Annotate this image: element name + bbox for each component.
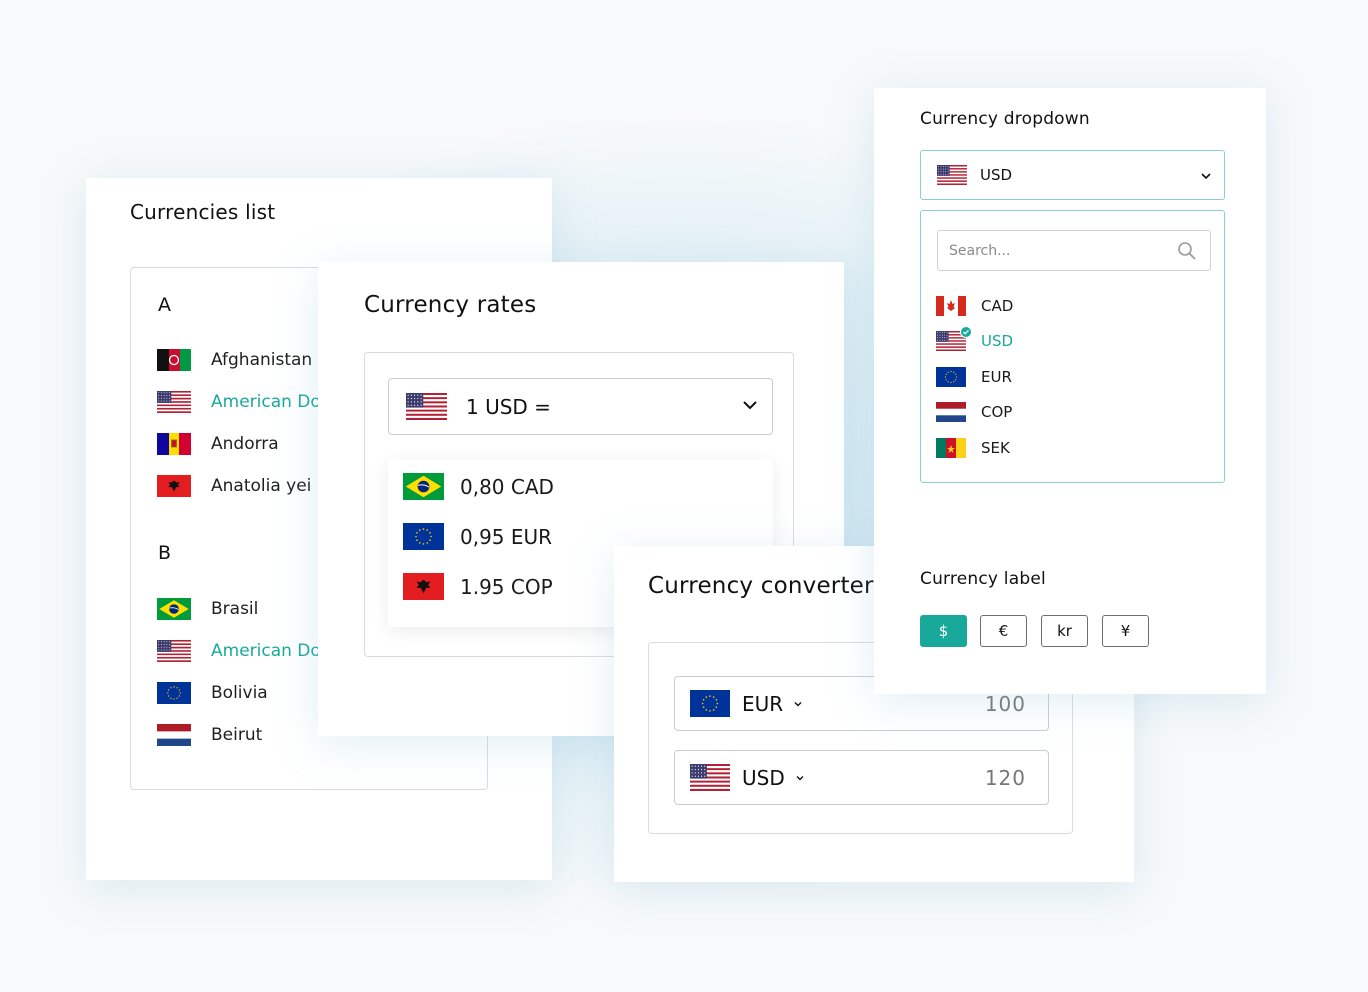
eu-flag-icon [936,367,966,387]
eu-flag-icon [403,523,444,550]
cameroon-flag-icon [936,438,966,458]
currency-label-krona-button[interactable]: kr [1041,615,1088,647]
afghanistan-flag-icon [157,349,191,371]
list-item[interactable]: Afghanistan D [157,347,331,373]
rate-value: 0,95 EUR [460,524,553,549]
chevron-down-icon [1201,173,1211,180]
brazil-flag-icon [403,473,444,500]
canada-flag-icon [936,296,966,316]
usa-flag-icon [157,391,191,413]
converter-amount[interactable]: 120 [985,766,1026,790]
list-item[interactable]: Anatolia yei [157,473,311,499]
usa-flag-icon [937,165,967,185]
chevron-down-icon[interactable] [793,699,803,709]
currency-code: EUR [742,691,784,716]
dropdown-option-cad[interactable]: CAD [936,296,1013,316]
search-input[interactable] [937,230,1211,271]
rate-value: 1.95 COP [460,574,553,599]
brazil-flag-icon [157,598,191,620]
dropdown-option-eur[interactable]: EUR [936,367,1012,387]
eu-flag-icon [690,690,730,717]
currency-dropdown-title: Currency dropdown [920,109,1090,129]
dropdown-option-cop[interactable]: COP [936,402,1012,422]
andorra-flag-icon [157,433,191,455]
currency-dropdown-card: Currency dropdown USD CAD USD EUR COP SE… [874,88,1266,694]
list-item[interactable]: Bolivia [157,680,268,706]
currency-dropdown-panel: CAD USD EUR COP SEK [920,210,1225,483]
list-item-label: Afghanistan D [211,350,331,370]
group-letter-a: A [158,294,171,316]
rate-row: 1.95 COP [403,573,553,600]
list-item-label: Andorra [211,434,279,454]
netherlands-flag-icon [157,724,191,746]
option-label: COP [981,403,1013,421]
dropdown-option-usd[interactable]: USD [936,326,1014,351]
selected-currency: USD [980,166,1013,184]
list-item[interactable]: American Dol [157,389,326,415]
currency-converter-title: Currency converter [648,573,874,599]
list-item[interactable]: Beirut [157,722,262,748]
albania-flag-icon [157,475,191,497]
list-item[interactable]: American Dol [157,638,326,664]
base-currency-select[interactable]: 1 USD = [388,378,773,435]
currency-code: USD [742,765,785,790]
dropdown-option-sek[interactable]: SEK [936,438,1010,458]
currency-dropdown-select[interactable]: USD [920,150,1225,200]
usa-flag-icon [157,640,191,662]
search-icon[interactable] [1177,241,1197,261]
option-label: EUR [981,368,1012,386]
currency-label-yen-button[interactable]: ¥ [1102,615,1149,647]
list-item[interactable]: Andorra [157,431,279,457]
currency-label-title: Currency label [920,569,1046,589]
option-label: CAD [981,297,1014,315]
list-item-label: Beirut [211,725,263,745]
chevron-down-icon [743,401,757,410]
base-currency-label: 1 USD = [466,394,551,419]
currencies-list-title: Currencies list [130,200,276,224]
chevron-down-icon[interactable] [795,773,805,783]
albania-flag-icon [403,573,444,600]
currency-label-euro-button[interactable]: € [980,615,1027,647]
rate-value: 0,80 CAD [460,474,554,499]
usa-flag-icon [690,764,730,791]
list-item[interactable]: Brasil [157,596,258,622]
usa-flag-icon [406,393,447,420]
currency-label-dollar-button[interactable]: $ [920,615,967,647]
option-label: SEK [981,439,1010,457]
netherlands-flag-icon [936,402,966,422]
group-letter-b: B [158,542,172,564]
check-icon [960,326,972,338]
rate-row: 0,80 CAD [403,473,554,500]
list-item-label: American Dol [211,641,326,661]
list-item-label: American Dol [211,392,326,412]
list-item-label: Bolivia [211,683,268,703]
eu-flag-icon [157,682,191,704]
converter-input-usd[interactable]: USD 120 [674,750,1049,805]
converter-amount[interactable]: 100 [985,692,1026,716]
option-label: USD [981,332,1014,350]
rate-row: 0,95 EUR [403,523,552,550]
currency-rates-title: Currency rates [364,292,537,318]
list-item-label: Brasil [211,599,259,619]
list-item-label: Anatolia yei [211,476,312,496]
